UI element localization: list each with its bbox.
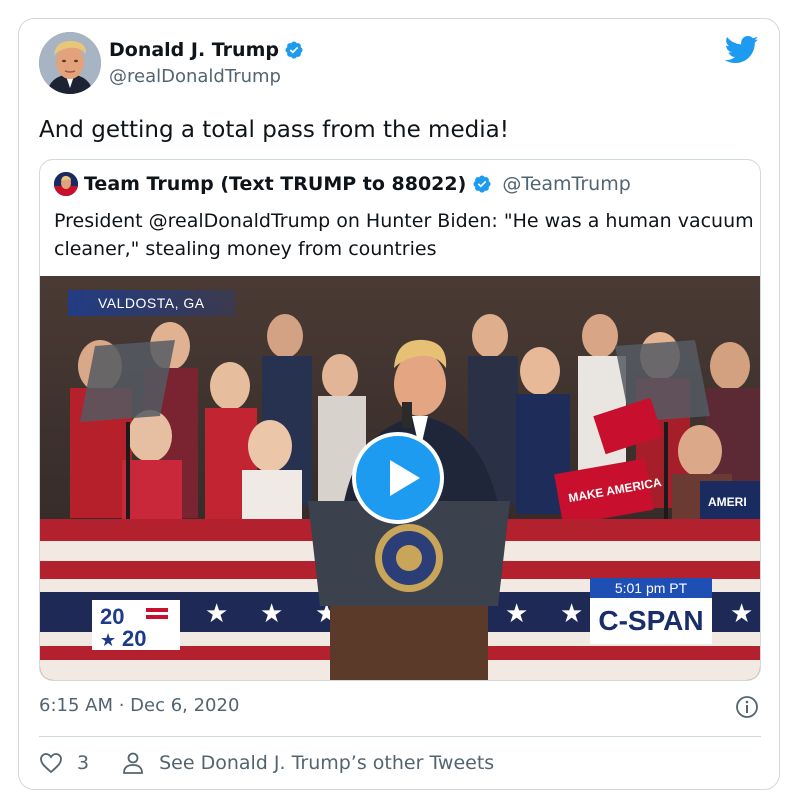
tweet-timestamp[interactable]: 6:15 AM · Dec 6, 2020: [39, 695, 239, 716]
svg-text:★: ★: [505, 599, 528, 629]
info-icon[interactable]: [735, 695, 759, 719]
network-logo: C-SPAN: [590, 598, 712, 644]
svg-text:★: ★: [100, 630, 116, 650]
see-other-tweets-label: See Donald J. Trump’s other Tweets: [159, 752, 495, 774]
verified-badge-icon: [473, 175, 491, 193]
heart-icon: [40, 753, 62, 774]
tweet-text: And getting a total pass from the media!: [39, 117, 509, 143]
twitter-bird-icon[interactable]: [725, 35, 759, 65]
logo-bottom-text: 20: [122, 626, 146, 650]
tweet-card: Donald J. Trump @realDonaldTrump And get…: [18, 18, 780, 790]
see-other-tweets-link[interactable]: See Donald J. Trump’s other Tweets: [121, 751, 494, 775]
location-label: VALDOSTA, GA: [68, 290, 235, 316]
svg-text:★: ★: [260, 599, 283, 629]
like-count: 3: [77, 752, 90, 774]
author-name[interactable]: Donald J. Trump: [109, 39, 279, 61]
svg-text:★: ★: [560, 599, 583, 629]
author-avatar[interactable]: [39, 32, 101, 94]
divider: [39, 736, 761, 737]
like-button[interactable]: 3: [39, 751, 89, 775]
svg-text:★: ★: [730, 599, 753, 629]
svg-text:AMERI: AMERI: [708, 495, 747, 509]
quoted-tweet-text: President @realDonaldTrump on Hunter Bid…: [54, 210, 754, 260]
quoted-avatar[interactable]: [54, 172, 78, 196]
svg-text:★: ★: [205, 599, 228, 629]
quoted-tweet[interactable]: Team Trump (Text TRUMP to 88022) @TeamTr…: [39, 159, 761, 681]
quoted-author-name[interactable]: Team Trump (Text TRUMP to 88022): [84, 173, 466, 195]
quoted-author-handle[interactable]: @TeamTrump: [502, 173, 630, 195]
logo-top-text: 20: [100, 604, 124, 629]
video-player[interactable]: MAKE AMERICA AMERI ★ ★ ★ ★ ★ ★ VALDOSTA,…: [40, 276, 760, 680]
broadcast-time: 5:01 pm PT: [590, 578, 712, 598]
person-icon: [123, 752, 143, 774]
play-button[interactable]: [352, 432, 444, 524]
verified-badge-icon: [285, 41, 303, 59]
play-icon: [390, 460, 420, 496]
author-handle[interactable]: @realDonaldTrump: [109, 66, 281, 87]
election-2020-logo: 20 20 ★: [92, 600, 180, 651]
